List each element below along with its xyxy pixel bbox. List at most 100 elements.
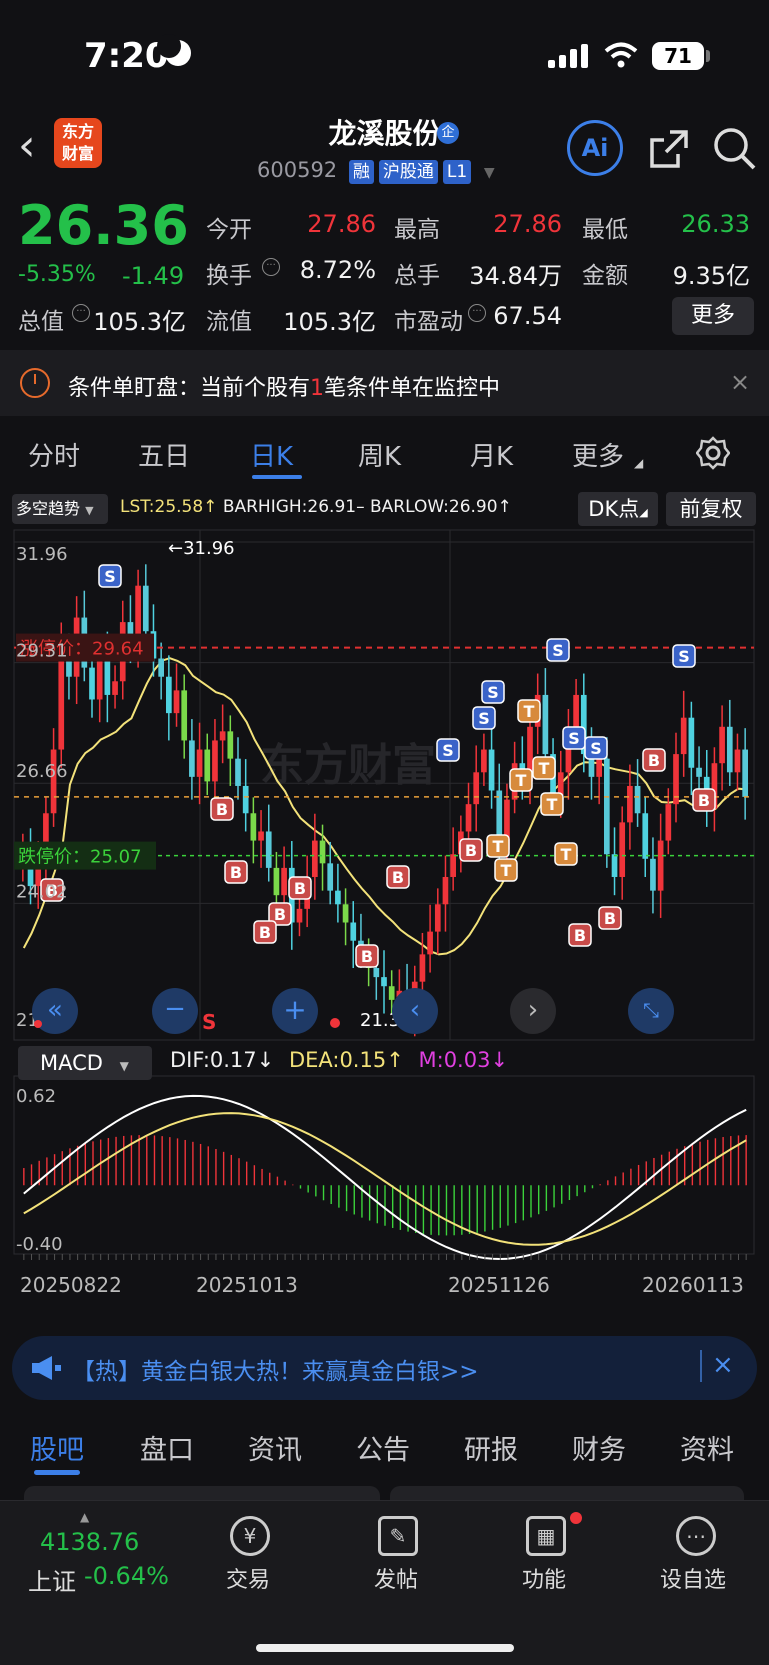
macd-y-tick: -0.40 [16, 1234, 63, 1255]
search-icon[interactable] [712, 126, 758, 172]
quote-value-pe: 67.54 [493, 302, 562, 330]
zoom-in-button[interactable]: + [272, 988, 318, 1034]
close-icon[interactable]: × [730, 368, 750, 396]
candle-body [604, 758, 610, 855]
info-icon[interactable]: ··· [262, 258, 280, 276]
info-icon[interactable]: ··· [468, 304, 486, 322]
connect-tag: 沪股通 [378, 160, 438, 184]
candle-body [680, 717, 687, 755]
marker-letter: T [524, 702, 535, 721]
candle-body [427, 931, 433, 955]
watermark: 东方财富 [260, 740, 436, 791]
candle-body [696, 767, 702, 777]
candle-body [381, 977, 387, 987]
candle-body [204, 749, 211, 782]
candle-body [657, 840, 664, 891]
function-icon[interactable]: ▦ [526, 1516, 566, 1556]
candle-body [173, 690, 180, 714]
post-icon[interactable]: ✎ [378, 1516, 418, 1556]
tab-monthly-k[interactable]: 月K [470, 436, 513, 473]
candle-body [219, 731, 226, 741]
quote-label-high: 最高 [394, 217, 440, 243]
quote-label-float-cap: 流值 [206, 309, 252, 335]
trade-icon[interactable]: ¥ [230, 1516, 270, 1556]
candle-body [89, 667, 95, 700]
tab-underline [252, 475, 302, 479]
dk-point-button[interactable]: DK点◢ [578, 492, 658, 526]
tab-research[interactable]: 研报 [464, 1428, 518, 1467]
macd-y-tick: 0.62 [16, 1086, 56, 1107]
tab-news[interactable]: 资讯 [248, 1428, 302, 1467]
marker-letter: S [552, 641, 564, 660]
kline-chart[interactable]: 东方财富 涨停价：29.64跌停价：25.07 SBBBBBBBBSSSSSSS… [0, 528, 769, 1318]
battery-icon: 71 [652, 42, 704, 70]
quote-value-float-cap: 105.3亿 [283, 308, 376, 336]
x-tick-label: 20251126 [448, 1273, 550, 1297]
candle-body [235, 758, 241, 786]
tab-more[interactable]: 更多 [572, 436, 624, 473]
prev-button[interactable]: ‹ [392, 988, 438, 1034]
ai-button[interactable]: Ai [567, 120, 623, 176]
candle-body [58, 649, 65, 750]
change-amount: -1.49 [122, 262, 185, 290]
macd-select[interactable]: MACD ▼ [18, 1046, 152, 1080]
promo-text[interactable]: 【热】黄金白银大热！来赢真金白银>> [72, 1352, 479, 1386]
caret-up-icon[interactable]: ▲ [80, 1510, 89, 1524]
tab-intraday[interactable]: 分时 [28, 436, 80, 473]
tab-financials[interactable]: 财务 [572, 1428, 626, 1467]
marker-letter: B [230, 863, 242, 882]
marker-letter: T [561, 845, 572, 864]
index-name[interactable]: 上证 [28, 1562, 76, 1597]
candle-body [142, 585, 149, 632]
event-dot [34, 1020, 42, 1028]
fullscreen-button[interactable]: ⤡ [628, 988, 674, 1034]
tab-daily-k[interactable]: 日K [250, 436, 293, 473]
tab-profile[interactable]: 资料 [680, 1428, 734, 1467]
marker-letter: B [361, 947, 373, 966]
index-change[interactable]: -0.64% [84, 1562, 169, 1590]
marker-letter: T [501, 861, 512, 880]
nav-function[interactable]: 功能 [522, 1562, 566, 1594]
gear-icon[interactable] [696, 436, 730, 470]
quote-value-total-cap: 105.3亿 [93, 308, 186, 336]
index-value[interactable]: 4138.76 [40, 1528, 139, 1556]
candle-body [273, 867, 280, 896]
tab-market-depth[interactable]: 盘口 [140, 1428, 194, 1467]
close-icon[interactable]: × [712, 1350, 734, 1380]
level-tag: L1 [442, 160, 472, 184]
more-quote-button[interactable]: 更多 [672, 297, 754, 335]
share-icon[interactable] [648, 128, 690, 170]
wifi-icon [604, 42, 638, 68]
nav-add-watchlist[interactable]: 设自选 [660, 1562, 726, 1594]
next-button[interactable]: › [510, 988, 556, 1034]
trend-indicator-select[interactable]: 多空趋势 ▼ [12, 494, 108, 524]
tab-announcements[interactable]: 公告 [356, 1428, 410, 1467]
info-icon[interactable]: ··· [72, 304, 90, 322]
tab-weekly-k[interactable]: 周K [358, 436, 401, 473]
candle-body [158, 658, 164, 677]
high-marker: ←31.96 [168, 538, 235, 559]
candle-body [434, 904, 441, 932]
candle-body [242, 785, 249, 814]
caret-icon: ◢ [634, 456, 644, 470]
quote-value-open: 27.86 [307, 210, 376, 238]
limit-down-label: 跌停价：25.07 [18, 847, 142, 868]
quote-label-volume: 总手 [394, 263, 440, 289]
y-tick-label: 26.66 [16, 761, 68, 782]
quote-label-pe: 市盈动 [394, 309, 463, 335]
watchlist-icon[interactable]: ⋯ [676, 1516, 716, 1556]
tab-five-day[interactable]: 五日 [138, 436, 190, 473]
indicator-values: LST:25.58↑ BARHIGH:26.91– BARLOW:26.90↑ [120, 497, 512, 517]
caret-down-icon[interactable]: ▼ [484, 165, 495, 181]
candle-body [481, 749, 487, 773]
tab-forum[interactable]: 股吧 [30, 1428, 84, 1467]
quote-label-amount: 金额 [582, 263, 628, 289]
nav-trade[interactable]: 交易 [226, 1562, 270, 1594]
marker-letter: T [493, 837, 504, 856]
candle-body [619, 822, 626, 877]
marker-letter: B [604, 909, 616, 928]
nav-post[interactable]: 发帖 [374, 1562, 418, 1594]
zoom-out-button[interactable]: − [152, 988, 198, 1034]
forward-adjust-button[interactable]: 前复权 [666, 492, 756, 526]
y-tick-label: 24.02 [16, 881, 68, 902]
